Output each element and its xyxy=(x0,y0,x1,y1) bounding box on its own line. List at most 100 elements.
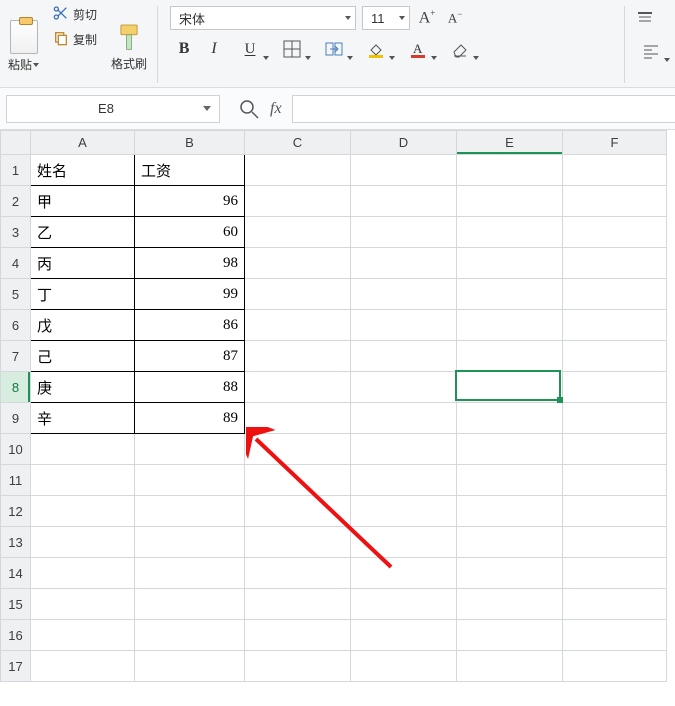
cell-F4[interactable] xyxy=(563,248,667,279)
cell-E11[interactable] xyxy=(457,465,563,496)
cell-E4[interactable] xyxy=(457,248,563,279)
cell-D12[interactable] xyxy=(351,496,457,527)
select-all-corner[interactable] xyxy=(1,131,31,155)
cell-D1[interactable] xyxy=(351,155,457,186)
magnifier-icon[interactable] xyxy=(238,98,260,120)
cell-A4[interactable]: 丙 xyxy=(31,248,135,279)
col-header-F[interactable]: F xyxy=(563,131,667,155)
cell-D9[interactable] xyxy=(351,403,457,434)
cell-D7[interactable] xyxy=(351,341,457,372)
cell-E3[interactable] xyxy=(457,217,563,248)
cell-F10[interactable] xyxy=(563,434,667,465)
cell-A7[interactable]: 己 xyxy=(31,341,135,372)
cell-C7[interactable] xyxy=(245,341,351,372)
cell-A13[interactable] xyxy=(31,527,135,558)
cell-D2[interactable] xyxy=(351,186,457,217)
cell-F7[interactable] xyxy=(563,341,667,372)
cell-E16[interactable] xyxy=(457,620,563,651)
cell-C4[interactable] xyxy=(245,248,351,279)
cell-C6[interactable] xyxy=(245,310,351,341)
cell-C3[interactable] xyxy=(245,217,351,248)
cell-D10[interactable] xyxy=(351,434,457,465)
cell-A2[interactable]: 甲 xyxy=(31,186,135,217)
cell-A3[interactable]: 乙 xyxy=(31,217,135,248)
font-size-select[interactable]: 11 xyxy=(362,6,410,30)
row-header-10[interactable]: 10 xyxy=(1,434,31,465)
row-header-13[interactable]: 13 xyxy=(1,527,31,558)
cell-D3[interactable] xyxy=(351,217,457,248)
cell-C13[interactable] xyxy=(245,527,351,558)
cell-D11[interactable] xyxy=(351,465,457,496)
increase-font-button[interactable]: A+ xyxy=(416,7,438,29)
cell-B1[interactable]: 工资 xyxy=(135,155,245,186)
row-header-9[interactable]: 9 xyxy=(1,403,31,434)
row-header-2[interactable]: 2 xyxy=(1,186,31,217)
row-header-16[interactable]: 16 xyxy=(1,620,31,651)
row-header-5[interactable]: 5 xyxy=(1,279,31,310)
cell-A17[interactable] xyxy=(31,651,135,682)
clear-format-button[interactable] xyxy=(440,36,480,62)
cell-B2[interactable]: 96 xyxy=(135,186,245,217)
col-header-C[interactable]: C xyxy=(245,131,351,155)
cell-A15[interactable] xyxy=(31,589,135,620)
col-header-E[interactable]: E xyxy=(457,131,563,155)
cell-E5[interactable] xyxy=(457,279,563,310)
cell-F15[interactable] xyxy=(563,589,667,620)
fill-color-button[interactable] xyxy=(356,36,396,62)
cell-B16[interactable] xyxy=(135,620,245,651)
cell-C8[interactable] xyxy=(245,372,351,403)
cell-F5[interactable] xyxy=(563,279,667,310)
cell-C14[interactable] xyxy=(245,558,351,589)
row-header-4[interactable]: 4 xyxy=(1,248,31,279)
cell-B9[interactable]: 89 xyxy=(135,403,245,434)
cell-A14[interactable] xyxy=(31,558,135,589)
cell-D15[interactable] xyxy=(351,589,457,620)
cell-C9[interactable] xyxy=(245,403,351,434)
font-name-select[interactable]: 宋体 xyxy=(170,6,356,30)
align-left-button[interactable] xyxy=(631,38,671,64)
row-header-12[interactable]: 12 xyxy=(1,496,31,527)
borders-button[interactable] xyxy=(272,36,312,62)
cell-F14[interactable] xyxy=(563,558,667,589)
cell-E12[interactable] xyxy=(457,496,563,527)
cell-C12[interactable] xyxy=(245,496,351,527)
italic-button[interactable]: I xyxy=(200,36,228,62)
cell-D5[interactable] xyxy=(351,279,457,310)
cell-F17[interactable] xyxy=(563,651,667,682)
cell-A10[interactable] xyxy=(31,434,135,465)
cell-F13[interactable] xyxy=(563,527,667,558)
fx-icon[interactable]: fx xyxy=(270,100,282,118)
cell-C2[interactable] xyxy=(245,186,351,217)
cell-A5[interactable]: 丁 xyxy=(31,279,135,310)
cell-A6[interactable]: 戊 xyxy=(31,310,135,341)
cell-E17[interactable] xyxy=(457,651,563,682)
cell-E9[interactable] xyxy=(457,403,563,434)
row-header-11[interactable]: 11 xyxy=(1,465,31,496)
cell-F8[interactable] xyxy=(563,372,667,403)
cell-E2[interactable] xyxy=(457,186,563,217)
col-header-D[interactable]: D xyxy=(351,131,457,155)
cell-B17[interactable] xyxy=(135,651,245,682)
cell-D14[interactable] xyxy=(351,558,457,589)
cell-F3[interactable] xyxy=(563,217,667,248)
cell-D8[interactable] xyxy=(351,372,457,403)
cell-A16[interactable] xyxy=(31,620,135,651)
cell-B10[interactable] xyxy=(135,434,245,465)
cell-E6[interactable] xyxy=(457,310,563,341)
cell-F11[interactable] xyxy=(563,465,667,496)
name-box[interactable]: E8 xyxy=(6,95,220,123)
cell-D6[interactable] xyxy=(351,310,457,341)
cell-D17[interactable] xyxy=(351,651,457,682)
cell-C10[interactable] xyxy=(245,434,351,465)
row-header-3[interactable]: 3 xyxy=(1,217,31,248)
col-header-A[interactable]: A xyxy=(31,131,135,155)
font-color-button[interactable]: A xyxy=(398,36,438,62)
bold-button[interactable]: B xyxy=(170,36,198,62)
cell-D4[interactable] xyxy=(351,248,457,279)
cell-C5[interactable] xyxy=(245,279,351,310)
cell-C15[interactable] xyxy=(245,589,351,620)
cell-A12[interactable] xyxy=(31,496,135,527)
cell-F6[interactable] xyxy=(563,310,667,341)
cell-D13[interactable] xyxy=(351,527,457,558)
cell-C11[interactable] xyxy=(245,465,351,496)
